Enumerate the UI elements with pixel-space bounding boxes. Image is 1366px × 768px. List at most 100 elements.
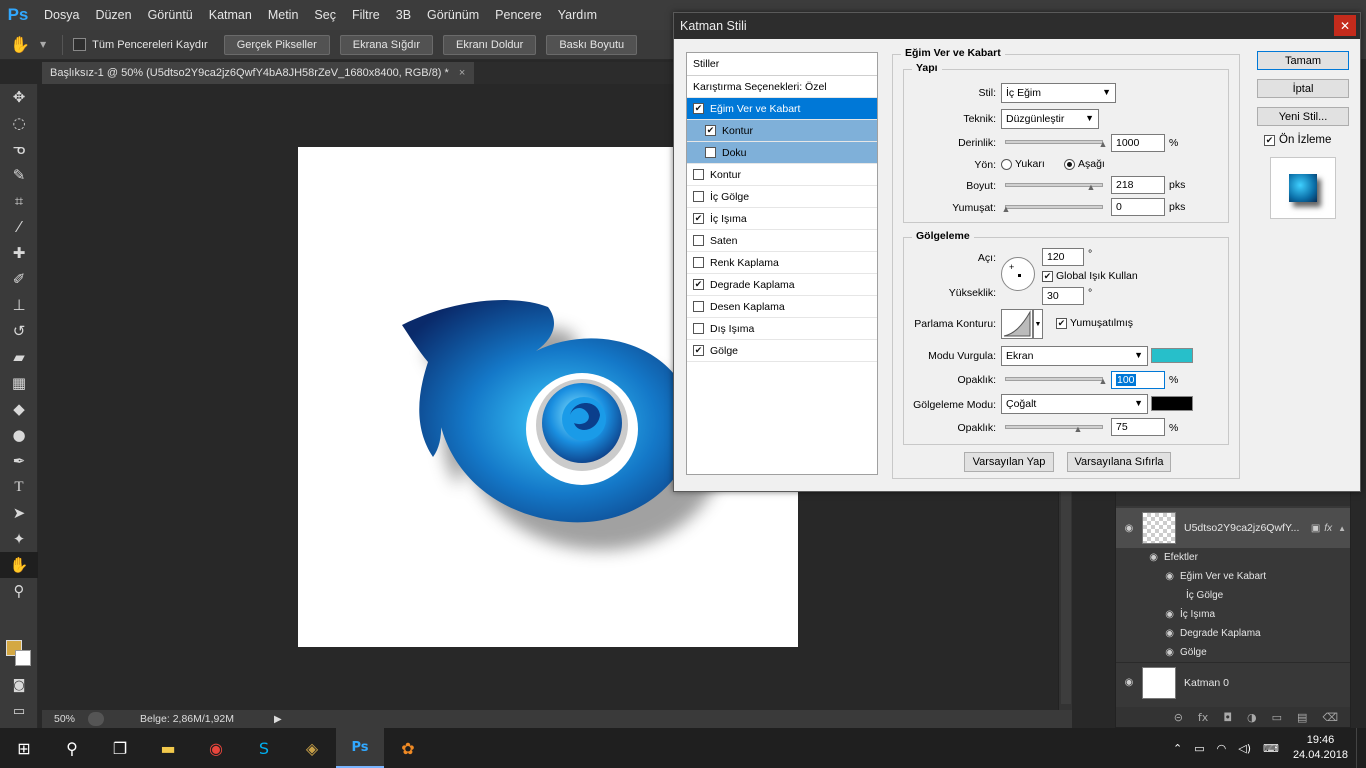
depth-input[interactable]: 1000: [1111, 134, 1165, 152]
dialog-titlebar[interactable]: Katman Stili: [674, 13, 1360, 39]
effects-row[interactable]: ◉ Efektler: [1116, 548, 1350, 567]
layer-name[interactable]: U5dtso2Y9ca2jz6QwfY...: [1184, 522, 1311, 534]
windows-start-icon[interactable]: ⊞: [0, 728, 48, 768]
size-input[interactable]: 218: [1111, 176, 1165, 194]
technique-select[interactable]: Düzgünleştir ▼: [1001, 109, 1099, 129]
style-item-inner-glow[interactable]: ✔ İç Işıma: [687, 208, 877, 230]
quick-select-tool-icon[interactable]: ✎: [0, 162, 38, 188]
style-item-texture[interactable]: Doku: [687, 142, 877, 164]
slider-thumb-icon[interactable]: ▲: [1073, 424, 1083, 434]
style-item-stroke[interactable]: Kontur: [687, 164, 877, 186]
fit-screen-button[interactable]: Ekrana Sığdır: [339, 34, 434, 55]
adjustment-icon[interactable]: ◑: [1247, 711, 1257, 724]
move-tool-icon[interactable]: ✥: [0, 84, 38, 110]
link-layers-icon[interactable]: ⊝: [1174, 711, 1183, 724]
menu-gorunum[interactable]: Görünüm: [419, 8, 487, 22]
show-desktop-button[interactable]: [1356, 728, 1366, 768]
volume-icon[interactable]: ◁): [1232, 742, 1257, 755]
path-select-icon[interactable]: ➤: [0, 500, 38, 526]
wifi-icon[interactable]: ◠: [1211, 742, 1233, 755]
style-item-pattern-overlay[interactable]: Desen Kaplama: [687, 296, 877, 318]
task-view-icon[interactable]: ❐: [96, 728, 144, 768]
quick-mask-icon[interactable]: ◙: [0, 672, 38, 698]
highlight-mode-select[interactable]: Ekran ▼: [1001, 346, 1148, 366]
shadow-opacity-input[interactable]: 75: [1111, 418, 1165, 436]
reset-default-button[interactable]: Varsayılana Sıfırla: [1067, 452, 1171, 472]
background-color-swatch[interactable]: [15, 650, 31, 666]
cancel-button[interactable]: İptal: [1257, 79, 1349, 98]
scroll-all-checkbox[interactable]: [73, 38, 87, 51]
menu-filtre[interactable]: Filtre: [344, 8, 388, 22]
effect-item[interactable]: ◉ Gölge: [1116, 643, 1350, 662]
layer-row[interactable]: ◉ Katman 0: [1116, 662, 1350, 702]
league-client-icon[interactable]: ◈: [288, 728, 336, 768]
style-item-drop-shadow[interactable]: ✔ Gölge: [687, 340, 877, 362]
visibility-eye-icon[interactable]: ◉: [1116, 571, 1180, 582]
checkbox-unchecked[interactable]: [693, 191, 704, 202]
layer-name[interactable]: Katman 0: [1184, 677, 1229, 689]
checkbox-checked[interactable]: ✔: [1056, 317, 1067, 329]
new-layer-icon[interactable]: ▤: [1297, 711, 1307, 724]
checkbox-checked[interactable]: ✔: [693, 279, 704, 290]
checkbox-unchecked[interactable]: [693, 323, 704, 334]
visibility-eye-icon[interactable]: ◉: [1116, 677, 1142, 688]
checkbox-checked[interactable]: ✔: [1264, 134, 1275, 146]
shape-tool-icon[interactable]: ✦: [0, 526, 38, 552]
new-style-button[interactable]: Yeni Stil...: [1257, 107, 1349, 126]
healing-brush-icon[interactable]: ✚: [0, 240, 38, 266]
style-item-satin[interactable]: Saten: [687, 230, 877, 252]
visibility-eye-icon[interactable]: ◉: [1116, 523, 1142, 534]
delete-layer-icon[interactable]: ⌫: [1322, 711, 1338, 724]
highlight-opacity-slider[interactable]: [1005, 377, 1103, 381]
brush-tool-icon[interactable]: ✐: [0, 266, 38, 292]
shadow-opacity-slider[interactable]: [1005, 425, 1103, 429]
menu-3b[interactable]: 3B: [388, 8, 419, 22]
style-item-outer-glow[interactable]: Dış Işıma: [687, 318, 877, 340]
paint-app-icon[interactable]: ✿: [384, 728, 432, 768]
status-arrow-icon[interactable]: ▶: [274, 714, 282, 725]
checkbox-unchecked[interactable]: [693, 169, 704, 180]
highlight-opacity-input[interactable]: 100: [1111, 371, 1165, 389]
close-icon[interactable]: ✕: [1334, 15, 1356, 36]
fx-icon[interactable]: fx: [1324, 523, 1332, 534]
checkbox-unchecked[interactable]: [693, 301, 704, 312]
clone-stamp-icon[interactable]: ⊥: [0, 292, 38, 318]
slider-thumb-icon[interactable]: ▲: [1098, 139, 1108, 149]
ok-button[interactable]: Tamam: [1257, 51, 1349, 70]
eraser-tool-icon[interactable]: ▰: [0, 344, 38, 370]
close-icon[interactable]: ×: [459, 67, 465, 79]
altitude-input[interactable]: 30: [1042, 287, 1084, 305]
effect-item[interactable]: ◉ Degrade Kaplama: [1116, 624, 1350, 643]
photoshop-taskbar-icon[interactable]: Ps: [336, 728, 384, 768]
gradient-tool-icon[interactable]: ▦: [0, 370, 38, 396]
menu-duzen[interactable]: Düzen: [87, 8, 139, 22]
chrome-icon[interactable]: ◉: [192, 728, 240, 768]
soften-slider[interactable]: [1005, 205, 1103, 209]
shadow-mode-select[interactable]: Çoğalt ▼: [1001, 394, 1148, 414]
pen-tool-icon[interactable]: ✒: [0, 448, 38, 474]
document-tab[interactable]: Başlıksız-1 @ 50% (U5dtso2Y9ca2jz6QwfY4b…: [42, 62, 474, 84]
battery-icon[interactable]: ▭: [1188, 742, 1210, 755]
collapse-icon[interactable]: ▲: [1338, 524, 1346, 533]
tray-expand-icon[interactable]: ⌃: [1167, 742, 1188, 755]
radio-on[interactable]: [1064, 158, 1075, 170]
blur-tool-icon[interactable]: ◆: [0, 396, 38, 422]
chevron-down-icon[interactable]: ▼: [1033, 309, 1043, 339]
soften-input[interactable]: 0: [1111, 198, 1165, 216]
add-mask-icon[interactable]: ◘: [1223, 711, 1232, 724]
search-icon[interactable]: ⚲: [48, 728, 96, 768]
global-light-checkbox[interactable]: ✔ Global Işık Kullan: [1042, 270, 1138, 282]
checkbox-unchecked[interactable]: [693, 257, 704, 268]
menu-goruntu[interactable]: Görüntü: [140, 8, 201, 22]
menu-katman[interactable]: Katman: [201, 8, 260, 22]
style-item-contour[interactable]: ✔ Kontur: [687, 120, 877, 142]
hand-tool-icon[interactable]: ✋: [0, 552, 38, 578]
clock[interactable]: 19:46 24.04.2018: [1285, 733, 1356, 763]
checkbox-unchecked[interactable]: [693, 235, 704, 246]
highlight-color-swatch[interactable]: [1151, 348, 1193, 363]
fill-screen-button[interactable]: Ekranı Doldur: [443, 34, 537, 55]
blending-options-item[interactable]: Karıştırma Seçenekleri: Özel: [687, 76, 877, 98]
checkbox-checked[interactable]: ✔: [705, 125, 716, 136]
style-item-inner-shadow[interactable]: İç Gölge: [687, 186, 877, 208]
preview-checkbox[interactable]: ✔ Ön İzleme: [1264, 134, 1331, 146]
